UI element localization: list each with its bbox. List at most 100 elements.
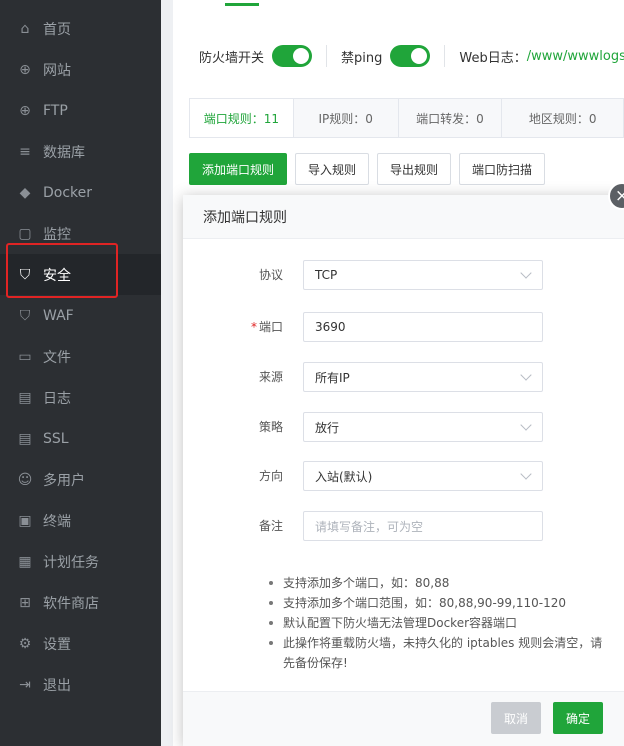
logout-icon: ⇥	[19, 676, 31, 693]
sidebar-item-logout[interactable]: ⇥ 退出	[0, 664, 161, 705]
firewall-toolbar: 防火墙开关 禁ping Web日志： /www/wwwlogs	[199, 41, 624, 71]
remark-input[interactable]: 请填写备注，可为空	[303, 511, 543, 541]
firewall-switch-label: 防火墙开关	[199, 50, 265, 66]
sidebar-item-users[interactable]: ☺ 多用户	[0, 459, 161, 500]
ping-switch-label: 禁ping	[341, 50, 383, 66]
sidebar-item-label: WAF	[43, 307, 74, 324]
chevron-down-icon	[520, 419, 532, 431]
help-note: 默认配置下防火墙无法管理Docker容器端口	[267, 613, 607, 633]
sidebar-item-home[interactable]: ⌂ 首页	[0, 8, 161, 49]
source-value: 所有IP	[315, 370, 350, 385]
sidebar-item-label: 设置	[43, 636, 71, 653]
export-rules-button[interactable]: 导出规则	[377, 153, 452, 185]
remark-placeholder: 请填写备注，可为空	[315, 519, 424, 534]
tab-port-rules[interactable]: 端口规则：11	[190, 99, 294, 137]
ssl-icon: ▤	[18, 430, 32, 447]
ping-toggle[interactable]	[390, 45, 431, 67]
sidebar-item-label: 日志	[43, 390, 71, 407]
policy-label: 策略	[258, 420, 283, 434]
sidebar-item-label: 退出	[43, 677, 71, 694]
help-note: 支持添加多个端口范围，如：80,88,90-99,110-120	[267, 593, 607, 613]
dialog-title: 添加端口规则	[183, 195, 624, 239]
port-row: * 端口 3690	[183, 312, 624, 342]
source-select[interactable]: 所有IP	[303, 362, 543, 392]
direction-row: 方向 入站(默认)	[183, 461, 624, 491]
sidebar-item-database[interactable]: ≡ 数据库	[0, 131, 161, 172]
sidebar-item-store[interactable]: ⊞ 软件商店	[0, 582, 161, 623]
policy-select[interactable]: 放行	[303, 412, 543, 442]
tab-port-forward[interactable]: 端口转发：0	[398, 99, 503, 137]
sidebar-item-label: FTP	[43, 102, 68, 119]
sidebar-item-label: 计划任务	[43, 554, 99, 571]
sidebar-item-monitor[interactable]: ▢ 监控	[0, 213, 161, 254]
sidebar-item-docker[interactable]: ◆ Docker	[0, 172, 161, 213]
sidebar: ⌂ 首页 ⊕ 网站 ⊕ FTP ≡ 数据库 ◆ Docker ▢ 监控 ⛉ 安全…	[0, 0, 161, 746]
active-tab-underline	[225, 0, 259, 6]
policy-row: 策略 放行	[183, 412, 624, 442]
confirm-button[interactable]: 确定	[553, 702, 603, 734]
ftp-globe-icon: ⊕	[19, 102, 31, 119]
help-note: 支持添加多个端口，如：80,88	[267, 573, 607, 593]
monitor-icon: ▢	[18, 225, 32, 242]
firewall-toggle[interactable]	[272, 45, 313, 67]
chevron-down-icon	[520, 369, 532, 381]
source-row: 来源 所有IP	[183, 362, 624, 392]
import-rules-button[interactable]: 导入规则	[295, 153, 370, 185]
tab-ip-rules[interactable]: IP规则：0	[293, 99, 399, 137]
sidebar-item-waf[interactable]: ⛉ WAF	[0, 295, 161, 336]
users-icon: ☺	[17, 471, 33, 488]
policy-value: 放行	[315, 420, 340, 435]
sidebar-item-ftp[interactable]: ⊕ FTP	[0, 90, 161, 131]
port-input[interactable]: 3690	[303, 312, 543, 342]
shield-icon: ⛉	[19, 266, 31, 283]
help-notes: 支持添加多个端口，如：80,88 支持添加多个端口范围，如：80,88,90-9…	[267, 573, 607, 673]
weblog-path-link[interactable]: /www/wwwlogs	[527, 49, 624, 64]
port-value: 3690	[315, 320, 346, 334]
sidebar-item-ssl[interactable]: ▤ SSL	[0, 418, 161, 459]
apps-icon: ⊞	[19, 594, 31, 611]
sidebar-item-files[interactable]: ▭ 文件	[0, 336, 161, 377]
waf-shield-icon: ⛉	[19, 307, 31, 324]
port-scan-protection-button[interactable]: 端口防扫描	[459, 153, 546, 185]
sidebar-item-security[interactable]: ⛉ 安全	[0, 254, 161, 295]
docker-icon: ◆	[19, 184, 31, 201]
sidebar-item-settings[interactable]: ⚙ 设置	[0, 623, 161, 664]
sidebar-item-website[interactable]: ⊕ 网站	[0, 49, 161, 90]
sidebar-item-label: 监控	[43, 226, 71, 243]
add-port-rule-dialog: 添加端口规则 协议 TCP * 端口 3690 来源 所有IP 策略 放行 方向 …	[183, 195, 624, 746]
sidebar-item-label: 数据库	[43, 144, 85, 161]
sidebar-item-terminal[interactable]: ▣ 终端	[0, 500, 161, 541]
sidebar-item-label: 软件商店	[43, 595, 99, 612]
direction-value: 入站(默认)	[315, 469, 373, 484]
globe-icon: ⊕	[19, 61, 31, 78]
divider	[326, 45, 328, 67]
weblog-label: Web日志：	[459, 50, 527, 66]
sidebar-item-label: 文件	[43, 349, 71, 366]
sidebar-item-cron[interactable]: ▦ 计划任务	[0, 541, 161, 582]
gear-icon: ⚙	[18, 635, 32, 652]
help-note: 此操作将重载防火墙，未持久化的 iptables 规则会清空，请先备份保存!	[267, 633, 607, 673]
rule-tabs: 端口规则：11 IP规则：0 端口转发：0 地区规则：0	[189, 98, 624, 138]
port-label-text: 端口	[258, 320, 283, 334]
direction-label: 方向	[258, 469, 283, 483]
direction-select[interactable]: 入站(默认)	[303, 461, 543, 491]
sidebar-item-label: Docker	[43, 184, 93, 201]
dialog-footer: 取消 确定	[183, 691, 624, 746]
sidebar-item-label: 安全	[43, 267, 71, 284]
chevron-down-icon	[520, 267, 532, 279]
source-label: 来源	[258, 370, 283, 384]
required-mark: *	[250, 320, 257, 334]
tab-region-rules[interactable]: 地区规则：0	[502, 99, 624, 137]
sidebar-item-label: 多用户	[43, 472, 85, 489]
add-port-rule-button[interactable]: 添加端口规则	[189, 153, 288, 185]
port-label: * 端口	[251, 312, 283, 342]
sidebar-item-logs[interactable]: ▤ 日志	[0, 377, 161, 418]
cancel-button[interactable]: 取消	[491, 702, 541, 734]
protocol-select[interactable]: TCP	[303, 260, 543, 290]
protocol-row: 协议 TCP	[183, 260, 624, 290]
protocol-label: 协议	[258, 268, 283, 282]
sidebar-item-label: 网站	[43, 62, 71, 79]
remark-label: 备注	[258, 519, 283, 533]
divider	[444, 45, 446, 67]
terminal-icon: ▣	[18, 512, 32, 529]
